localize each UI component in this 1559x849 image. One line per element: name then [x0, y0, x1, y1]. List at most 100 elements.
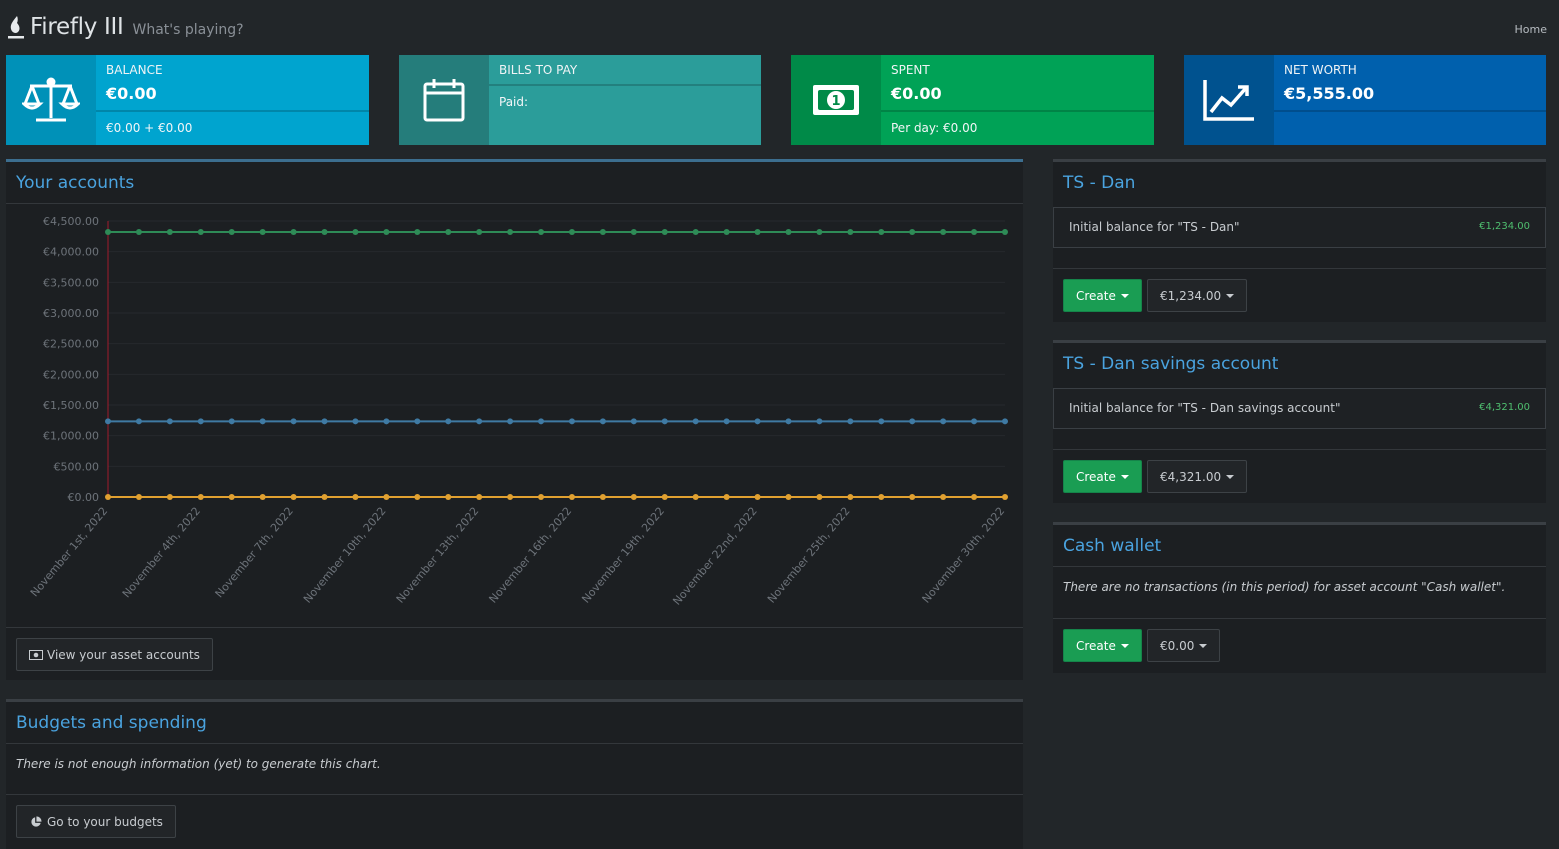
data-point	[290, 418, 297, 425]
data-point	[878, 418, 885, 425]
account-box-cash-wallet: Cash wallet There are no transactions (i…	[1053, 522, 1546, 673]
brand[interactable]: Firefly III What's playing?	[6, 14, 244, 40]
balance-info-box: BALANCE €0.00 €0.00 + €0.00	[6, 55, 369, 145]
x-tick-label: November 30th, 2022	[920, 505, 1008, 606]
button-label: €4,321.00	[1160, 469, 1222, 484]
box-body: There are no transactions (in this perio…	[1053, 567, 1546, 618]
balance-scale-icon	[22, 77, 80, 122]
account-balance-dropdown[interactable]: €0.00	[1147, 629, 1221, 662]
data-point	[847, 418, 854, 425]
info-box-icon-area	[6, 55, 96, 145]
box-body: There is not enough information (yet) to…	[6, 744, 1023, 794]
box-title[interactable]: Your accounts	[16, 173, 134, 193]
data-point	[166, 494, 173, 500]
account-box-ts-dan: TS - Dan Initial balance for "TS - Dan" …	[1053, 159, 1546, 322]
net-worth-info-box: NET WORTH €5,555.00	[1184, 55, 1546, 145]
x-tick-label: November 1st, 2022	[28, 505, 110, 600]
breadcrumb-home[interactable]: Home	[1515, 23, 1547, 36]
x-tick-label: November 13th, 2022	[394, 505, 482, 606]
data-point	[197, 494, 204, 500]
chevron-down-icon	[1120, 643, 1129, 648]
data-point	[816, 418, 823, 425]
data-point	[1002, 494, 1008, 500]
info-box-value: €0.00	[891, 84, 942, 103]
data-point	[352, 418, 359, 425]
go-to-budgets-button[interactable]: Go to your budgets	[16, 805, 176, 838]
info-box-value: €5,555.00	[1284, 84, 1375, 103]
account-balance-dropdown[interactable]: €1,234.00	[1147, 279, 1248, 312]
data-point	[723, 228, 730, 235]
info-box-subtext: Paid:	[499, 95, 529, 109]
line-chart-icon	[1203, 80, 1254, 121]
accounts-line-chart[interactable]: €0.00 €500.00 €1,000.00 €1,500.00 €2,000.00 €…	[6, 207, 1023, 628]
data-point	[476, 228, 483, 235]
box-footer: View your asset accounts	[6, 627, 1023, 681]
data-point	[971, 494, 978, 500]
transaction-description[interactable]: Initial balance for "TS - Dan"	[1069, 220, 1240, 234]
data-point	[940, 418, 947, 425]
info-box-icon-area: 1	[791, 55, 881, 145]
create-transaction-button[interactable]: Create	[1063, 629, 1142, 662]
data-point	[414, 494, 421, 500]
transaction-description[interactable]: Initial balance for "TS - Dan savings ac…	[1069, 401, 1341, 415]
y-tick-label: €1,000.00	[43, 430, 99, 443]
data-point	[909, 418, 916, 425]
account-title-link[interactable]: TS - Dan	[1063, 173, 1135, 193]
data-point	[940, 494, 947, 500]
chevron-down-icon	[1226, 474, 1235, 479]
y-tick-label: €3,500.00	[43, 276, 99, 289]
info-box-icon-area	[399, 55, 489, 145]
info-box-label: BALANCE	[106, 63, 163, 77]
data-point	[228, 418, 235, 425]
data-point	[259, 494, 266, 500]
info-box-subtext: €0.00 + €0.00	[106, 121, 193, 135]
data-point	[228, 494, 235, 500]
data-point	[847, 494, 854, 500]
data-point	[290, 228, 297, 235]
data-point	[445, 418, 452, 425]
data-point	[599, 494, 606, 500]
create-transaction-button[interactable]: Create	[1063, 279, 1142, 312]
box-title[interactable]: Budgets and spending	[16, 713, 207, 733]
data-point	[692, 228, 699, 235]
info-box-subtext: Per day: €0.00	[891, 121, 978, 135]
progress-divider	[489, 84, 761, 86]
fire-icon	[8, 16, 24, 39]
transaction-amount: €4,321.00	[1479, 402, 1530, 413]
transaction-row[interactable]: Initial balance for "TS - Dan" €1,234.00	[1053, 207, 1546, 248]
account-title-link[interactable]: TS - Dan savings account	[1063, 354, 1278, 374]
data-point	[383, 494, 390, 500]
create-transaction-button[interactable]: Create	[1063, 460, 1142, 493]
data-point	[135, 494, 142, 500]
button-label: Create	[1076, 469, 1116, 484]
svg-text:1: 1	[831, 94, 840, 109]
data-point	[197, 418, 204, 425]
view-asset-accounts-button[interactable]: View your asset accounts	[16, 638, 213, 671]
data-point	[723, 494, 730, 500]
data-point	[909, 228, 916, 235]
data-point	[599, 418, 606, 425]
calendar-icon	[423, 79, 465, 122]
data-point	[383, 228, 390, 235]
account-title-link[interactable]: Cash wallet	[1063, 536, 1161, 556]
data-point	[166, 228, 173, 235]
account-box-ts-dan-savings: TS - Dan savings account Initial balance…	[1053, 340, 1546, 503]
data-point	[878, 228, 885, 235]
box-header: TS - Dan savings account	[1053, 343, 1546, 385]
data-point	[971, 228, 978, 235]
data-point	[630, 494, 637, 500]
info-box-content: BALANCE €0.00 €0.00 + €0.00	[96, 55, 369, 145]
box-header: Your accounts	[6, 162, 1023, 204]
data-point	[816, 228, 823, 235]
button-label: Go to your budgets	[47, 814, 163, 829]
data-point	[568, 228, 575, 235]
account-balance-dropdown[interactable]: €4,321.00	[1147, 460, 1248, 493]
data-point	[321, 228, 328, 235]
y-tick-label: €2,500.00	[43, 338, 99, 351]
transaction-row[interactable]: Initial balance for "TS - Dan savings ac…	[1053, 388, 1546, 429]
data-point	[785, 418, 792, 425]
data-point	[538, 494, 545, 500]
chevron-down-icon	[1120, 293, 1129, 298]
data-point	[568, 418, 575, 425]
y-tick-label: €4,000.00	[43, 246, 99, 259]
